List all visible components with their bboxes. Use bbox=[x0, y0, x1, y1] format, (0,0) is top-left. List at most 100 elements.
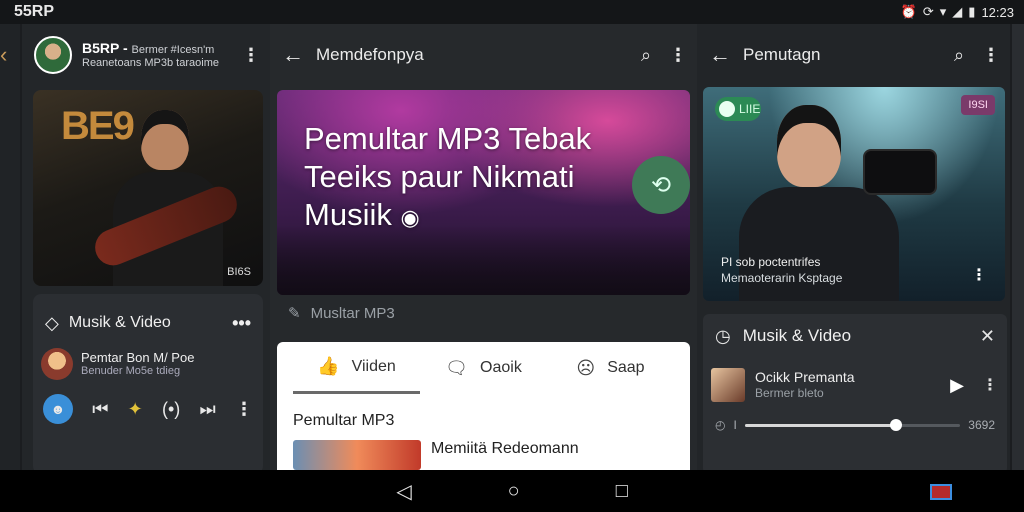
account-header: B5RP - Bermer #Icesn'm Reanetoans MP3b t… bbox=[22, 24, 270, 86]
timer-icon: ◷ bbox=[715, 325, 731, 346]
photographer-image[interactable]: LIIE I9SI PI sob poctentrifes Memaoterar… bbox=[703, 87, 1005, 301]
thumb-up-icon: 👍 bbox=[317, 356, 340, 376]
right-title: Pemutagn bbox=[743, 45, 821, 64]
track-subtitle: Bermer bleto bbox=[755, 386, 824, 401]
image-caption-1: PI sob poctentrifes bbox=[721, 255, 821, 269]
back-arrow-icon[interactable]: ← bbox=[282, 42, 306, 68]
track-thumbnail bbox=[41, 348, 73, 380]
tab-emoji[interactable]: ☹ Saap bbox=[547, 342, 674, 394]
panel-left: B5RP - Bermer #Icesn'm Reanetoans MP3b t… bbox=[22, 24, 270, 470]
signal-icon: ◢ bbox=[952, 4, 963, 19]
play-icon[interactable]: ▶ bbox=[943, 375, 971, 396]
image-tag: I9SI bbox=[961, 95, 995, 115]
live-icon bbox=[719, 101, 735, 117]
alarm-icon: ⏰ bbox=[900, 4, 917, 19]
left-edge: ‹ bbox=[0, 24, 20, 470]
battery-icon: ▮ bbox=[968, 4, 976, 19]
search-icon[interactable]: ⌕ bbox=[633, 45, 659, 66]
chevron-left-icon[interactable]: ‹ bbox=[0, 42, 7, 68]
tag-icon: ◇ bbox=[45, 312, 59, 333]
screen-record-icon[interactable] bbox=[930, 484, 952, 500]
sparkle-icon[interactable]: ✦ bbox=[128, 399, 143, 420]
more-vert-icon[interactable]: ⋮ bbox=[242, 45, 260, 66]
more-vert-icon[interactable]: ⋮ bbox=[982, 45, 1000, 66]
image-caption-2: Memaoterarin Ksptage bbox=[721, 271, 843, 285]
seek-handle[interactable] bbox=[889, 418, 902, 431]
list-item[interactable]: Memiitä Redeomann bbox=[277, 440, 690, 470]
hero-banner[interactable]: Pemultar MP3 Tebak Teeiks paur Nikmati M… bbox=[277, 90, 690, 295]
emoji-icon: ☹ bbox=[576, 357, 596, 378]
tab-comments[interactable]: 🗨 Oaoik bbox=[420, 342, 547, 394]
track-item[interactable]: Pemtar Bon M/ Poe Benuder Mo5e tdieg bbox=[33, 340, 263, 388]
account-sub: Reanetoans MP3b taraoime bbox=[82, 57, 219, 69]
panel-right: ← Pemutagn ⌕ ⋮ LIIE I9SI PI sob poctentr… bbox=[697, 24, 1010, 470]
center-header: ← Memdefonpya ⌕ ⋮ bbox=[270, 24, 697, 86]
live-label: LIIE bbox=[739, 102, 761, 116]
target-icon: ◉ bbox=[400, 204, 420, 230]
tab-video[interactable]: 👍 Viiden bbox=[293, 342, 420, 394]
profile-icon[interactable]: ☻ bbox=[43, 394, 73, 424]
track-thumbnail bbox=[711, 368, 745, 402]
skip-next-icon[interactable]: ⏭ bbox=[200, 399, 216, 420]
avatar[interactable] bbox=[34, 36, 72, 74]
account-name-extra: Bermer #Icesn'm bbox=[131, 44, 215, 57]
track-subtitle: Benuder Mo5e tdieg bbox=[81, 365, 181, 378]
now-playing-title: Musik & Video bbox=[742, 326, 852, 345]
tab-emoji-label: Saap bbox=[607, 359, 645, 376]
panel-center: ← Memdefonpya ⌕ ⋮ Pemultar MP3 Tebak Tee… bbox=[270, 24, 697, 470]
time-total: 3692 bbox=[968, 418, 995, 432]
fab-refresh[interactable]: ⟲ bbox=[632, 156, 690, 214]
system-nav-bar: ◁ ○ □ bbox=[0, 470, 1024, 512]
more-vert-icon[interactable]: ⋮ bbox=[669, 45, 687, 66]
status-bar-title: 55RP bbox=[14, 3, 55, 20]
wifi-icon: ▾ bbox=[939, 4, 947, 19]
item-thumbnail bbox=[293, 440, 421, 470]
more-vert-icon[interactable]: ⋮ bbox=[981, 375, 999, 395]
right-header: ← Pemutagn ⌕ ⋮ bbox=[697, 24, 1010, 86]
item-title: Memiitä Redeomann bbox=[431, 440, 579, 457]
broadcast-icon[interactable]: (•) bbox=[162, 399, 180, 420]
live-pill: LIIE bbox=[715, 97, 761, 121]
refresh-icon: ⟲ bbox=[650, 171, 672, 199]
more-vert-icon[interactable]: ⋮ bbox=[971, 265, 987, 285]
artist-image[interactable]: BE9 BI6S bbox=[33, 90, 263, 286]
clock-icon: ◴ bbox=[715, 418, 726, 432]
status-icons: ⏰ ⟳ ▾ ◢ ▮ 12:23 bbox=[901, 4, 1014, 20]
nav-back-icon[interactable]: ◁ bbox=[396, 479, 411, 504]
content-card: 👍 Viiden 🗨 Oaoik ☹ Saap Pemultar MP3 Mem… bbox=[277, 342, 690, 470]
center-title: Memdefonpya bbox=[316, 45, 424, 64]
person-head bbox=[777, 105, 841, 187]
track-text: Pemtar Bon M/ Poe Benuder Mo5e tdieg bbox=[81, 350, 194, 379]
track-title: Pemtar Bon M/ Poe bbox=[81, 349, 195, 365]
seek-bar-row: ◴ I 3692 bbox=[703, 412, 1007, 438]
player-controls: ☻ ⏮ ✦ (•) ⏭ ⋮ bbox=[33, 388, 263, 430]
seek-fill bbox=[744, 423, 896, 427]
back-arrow-icon[interactable]: ← bbox=[709, 42, 733, 68]
music-video-header: ◇ Musik & Video ••• bbox=[33, 294, 263, 340]
account-name-text: B5RP - bbox=[82, 40, 128, 57]
close-icon[interactable]: ✕ bbox=[980, 326, 995, 347]
more-horiz-icon[interactable]: ••• bbox=[232, 313, 251, 334]
more-vert-icon[interactable]: ⋮ bbox=[235, 399, 253, 420]
skip-previous-icon[interactable]: ⏮ bbox=[92, 399, 108, 420]
tab-bar: 👍 Viiden 🗨 Oaoik ☹ Saap bbox=[277, 342, 690, 394]
tab-video-label: Viiden bbox=[351, 357, 396, 375]
track-title: Ocikk Premanta bbox=[755, 369, 855, 386]
tab-comments-label: Oaoik bbox=[480, 359, 522, 376]
sub-header-text: Musltar MP3 bbox=[310, 304, 395, 322]
sync-icon: ⟳ bbox=[922, 4, 934, 19]
crowd-silhouette bbox=[277, 225, 690, 295]
now-playing-track[interactable]: Ocikk Premanta Bermer bleto ▶ ⋮ bbox=[703, 358, 1007, 412]
seek-bar[interactable] bbox=[744, 418, 961, 431]
time-elapsed: I bbox=[733, 418, 737, 432]
right-edge bbox=[1012, 24, 1024, 470]
nav-home-icon[interactable]: ○ bbox=[508, 480, 520, 503]
hero-text: Pemultar MP3 Tebak Teeiks paur Nikmati M… bbox=[304, 120, 624, 233]
music-video-card: ◇ Musik & Video ••• Pemtar Bon M/ Poe Be… bbox=[33, 294, 263, 470]
hero-text-content: Pemultar MP3 Tebak Teeiks paur Nikmati M… bbox=[304, 121, 592, 232]
music-note-icon: ✎ bbox=[288, 305, 301, 322]
search-icon[interactable]: ⌕ bbox=[946, 45, 972, 66]
track-text: Ocikk Premanta Bermer bleto bbox=[755, 369, 933, 400]
nav-recents-icon[interactable]: □ bbox=[616, 480, 628, 503]
now-playing-card: ◷ Musik & Video ✕ Ocikk Premanta Bermer … bbox=[703, 314, 1007, 470]
